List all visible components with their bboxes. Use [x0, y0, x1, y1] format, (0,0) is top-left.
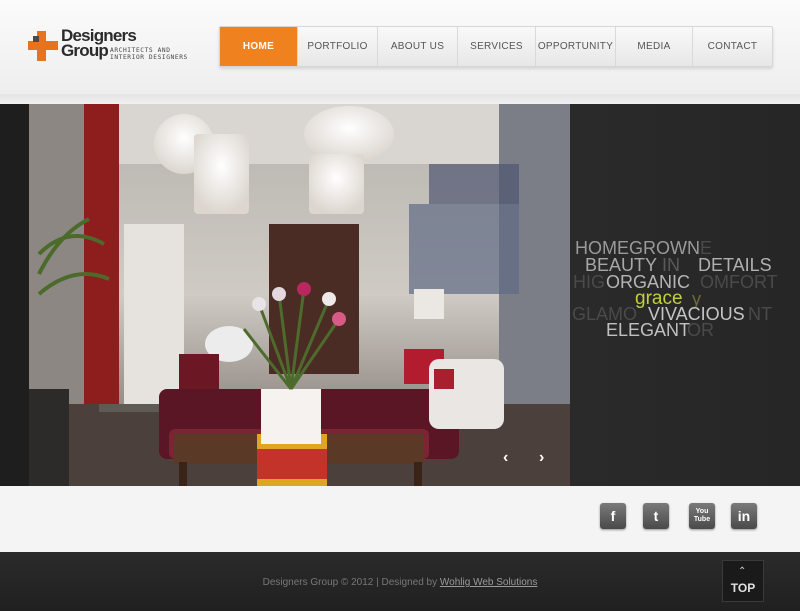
slider-left-edge [0, 104, 29, 486]
chevron-up-icon: ⌃ [738, 566, 747, 577]
nav-item-services[interactable]: SERVICES [458, 27, 536, 66]
hero-slider: ‹ › HOMEGROWN E BEAUTY IN DETAILS HIG OR… [0, 104, 800, 486]
nav-item-portfolio[interactable]: PORTFOLIO [298, 27, 378, 66]
word-fragment-nt: NT [748, 304, 772, 324]
youtube-icon[interactable]: You Tube [689, 503, 715, 529]
nav-item-opportunity[interactable]: OPPORTUNITY [536, 27, 616, 66]
word-fragment-or: OR [687, 320, 714, 340]
site-footer: Designers Group © 2012 | Designed by Woh… [0, 552, 800, 611]
site-logo[interactable]: Designers Group Architects and Interior … [28, 27, 208, 68]
copyright-text: Designers Group © 2012 | Designed by [262, 577, 440, 588]
linkedin-icon[interactable]: in [731, 503, 757, 529]
nav-item-contact[interactable]: CONTACT [693, 27, 772, 66]
header-divider [0, 94, 800, 104]
logo-mark-icon [28, 31, 58, 61]
nav-item-media[interactable]: MEDIA [616, 27, 693, 66]
site-header: Designers Group Architects and Interior … [0, 0, 800, 94]
footer-copyright: Designers Group © 2012 | Designed by Woh… [0, 577, 800, 588]
word-fragment-omfort: OMFORT [700, 272, 778, 292]
social-strip: f t You Tube in [0, 486, 800, 552]
nav-item-home[interactable]: HOME [220, 27, 298, 66]
slider-next-arrow[interactable]: › [539, 449, 544, 467]
word-elegant: ELEGANT [606, 320, 691, 340]
nav-item-about-us[interactable]: ABOUT US [378, 27, 458, 66]
credit-link[interactable]: Wohlig Web Solutions [440, 577, 537, 588]
top-label: TOP [730, 581, 756, 595]
hero-interior-photo [29, 104, 570, 486]
facebook-icon[interactable]: f [600, 503, 626, 529]
word-fragment-hig: HIG [573, 272, 606, 292]
back-to-top-button[interactable]: ⌃ TOP [722, 560, 764, 602]
main-nav: HOME PORTFOLIO ABOUT US SERVICES OPPORTU… [219, 26, 773, 67]
logo-tagline: Architects and Interior Designers [110, 47, 188, 61]
twitter-icon[interactable]: t [643, 503, 669, 529]
slider-word-cloud: HOMEGROWN E BEAUTY IN DETAILS HIG ORGANI… [570, 239, 800, 349]
slider-prev-arrow[interactable]: ‹ [503, 449, 508, 467]
